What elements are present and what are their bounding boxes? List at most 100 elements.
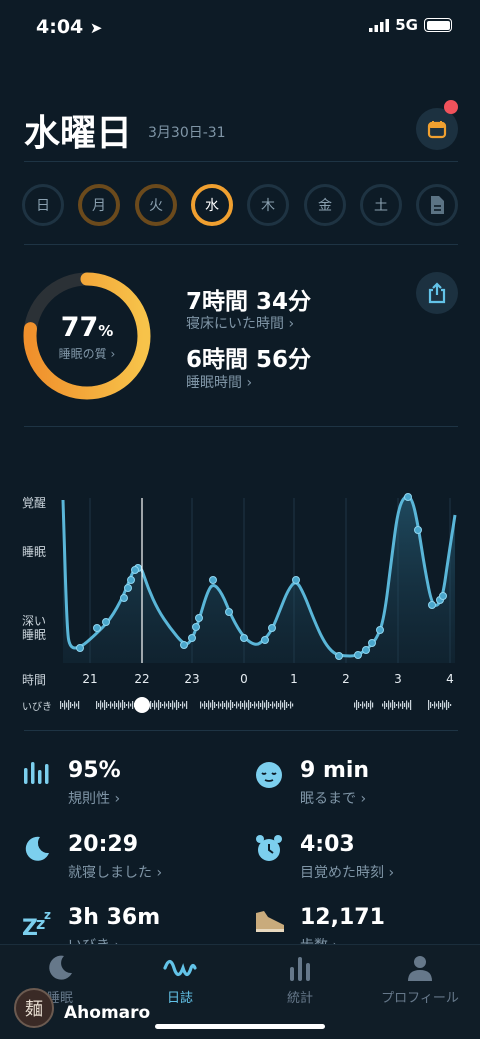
snore-bar	[286, 702, 288, 708]
snore-bar	[442, 700, 444, 710]
sleepy-face-icon	[254, 760, 284, 794]
status-time: 4:04 ➤	[36, 16, 102, 38]
stat-label: 目覚めた時刻 ›	[300, 865, 395, 881]
asleep-link[interactable]: 睡眠時間 ›	[186, 372, 252, 392]
hypnogram-point	[376, 626, 384, 634]
snore-bar	[164, 701, 166, 709]
snore-bar	[240, 701, 242, 709]
stat-label: 就寝しました ›	[68, 865, 163, 881]
snore-bar	[382, 703, 384, 707]
hypnogram-point	[362, 646, 370, 654]
snore-bar	[248, 700, 250, 710]
snore-bar	[230, 700, 232, 710]
snore-bar	[162, 704, 164, 706]
diary-note-button[interactable]	[416, 184, 458, 226]
snore-bar	[404, 703, 406, 707]
stat-2[interactable]: 20:29 就寝しました ›	[22, 832, 242, 892]
snore-bar	[224, 703, 226, 707]
snore-bar	[362, 701, 364, 709]
quality-label: 睡眠の質	[58, 347, 107, 361]
day-3[interactable]: 水	[191, 184, 233, 226]
snore-bar	[360, 704, 362, 706]
snore-bar	[124, 702, 126, 708]
snore-bar	[60, 701, 62, 709]
snore-bar	[158, 700, 160, 710]
calendar-button[interactable]	[416, 108, 458, 150]
snore-bar	[292, 703, 294, 707]
snore-bar	[186, 701, 188, 709]
snore-bar	[238, 703, 240, 707]
hypnogram-point	[439, 592, 447, 600]
snore-bar	[104, 700, 106, 710]
snore-bar	[154, 700, 156, 710]
snore-bar	[236, 701, 238, 709]
tab-diary[interactable]: 日誌	[120, 953, 240, 1006]
snore-bar	[174, 702, 176, 708]
stat-value: 12,171	[300, 905, 385, 930]
snore-bar	[100, 700, 102, 710]
battery-icon	[424, 18, 452, 32]
snore-bar	[288, 704, 290, 706]
snore-bar	[120, 702, 122, 708]
day-2[interactable]: 火	[135, 184, 177, 226]
hypnogram-point	[76, 644, 84, 652]
snore-bar	[358, 702, 360, 708]
snore-bar	[394, 702, 396, 708]
watermark-seal-icon: 麺	[14, 988, 54, 1028]
tab-stats[interactable]: 統計	[240, 953, 360, 1006]
notification-dot	[444, 100, 458, 114]
stat-3[interactable]: 4:03 目覚めた時刻 ›	[254, 832, 474, 892]
snore-bar	[220, 703, 222, 707]
status-indicators: 5G	[369, 16, 452, 34]
snore-bar	[406, 700, 408, 710]
day-0[interactable]: 日	[22, 184, 64, 226]
hypnogram-point	[102, 618, 110, 626]
snore-bar	[436, 703, 438, 707]
hypnogram-point	[180, 641, 188, 649]
home-indicator[interactable]	[155, 1024, 325, 1029]
divider	[24, 730, 458, 731]
divider	[24, 426, 458, 427]
snore-bar	[440, 703, 442, 707]
day-1[interactable]: 月	[78, 184, 120, 226]
snore-bar	[166, 703, 168, 707]
snore-bar	[432, 704, 434, 706]
stat-1[interactable]: 9 min 眠るまで ›	[254, 758, 474, 818]
snore-bar	[212, 700, 214, 710]
snore-bar	[242, 703, 244, 707]
in-bed-link[interactable]: 寝床にいた時間 ›	[186, 313, 294, 333]
day-6[interactable]: 土	[360, 184, 402, 226]
moon-icon	[22, 834, 52, 868]
snore-bar	[244, 700, 246, 710]
watermark-text: Ahomaro	[64, 1003, 151, 1023]
quality-label-link[interactable]: 睡眠の質 ›	[21, 345, 153, 362]
snore-bar	[444, 702, 446, 708]
hypnogram-point	[131, 566, 139, 574]
stat-value: 9 min	[300, 758, 370, 783]
hypnogram-chart[interactable]: 21 22 23 0 1 2 3 4	[0, 480, 480, 720]
snore-bar	[222, 701, 224, 709]
hypnogram-point	[414, 526, 422, 534]
asleep-label: 睡眠時間	[186, 375, 242, 391]
in-bed-label: 寝床にいた時間	[186, 316, 284, 332]
x-axis-title: 時間	[22, 673, 47, 687]
x-tick-label: 1	[290, 672, 298, 686]
snore-bar	[250, 702, 252, 708]
hypnogram-point	[354, 651, 362, 659]
day-4[interactable]: 木	[247, 184, 289, 226]
tab-profile[interactable]: プロフィール	[360, 953, 480, 1006]
share-button[interactable]	[416, 272, 458, 314]
location-arrow-icon: ➤	[89, 19, 103, 37]
snore-bar	[386, 703, 388, 707]
calendar-icon	[427, 121, 447, 139]
snore-bar	[132, 701, 134, 709]
tab-stats-label: 統計	[286, 991, 313, 1006]
cursor-handle[interactable]	[134, 697, 150, 713]
quality-value: 77%	[21, 312, 153, 343]
snore-bar	[204, 701, 206, 709]
stat-0[interactable]: 95% 規則性 ›	[22, 758, 242, 818]
snore-bar	[102, 702, 104, 708]
stat-value: 95%	[68, 758, 121, 783]
day-5[interactable]: 金	[304, 184, 346, 226]
network-label: 5G	[395, 16, 418, 34]
